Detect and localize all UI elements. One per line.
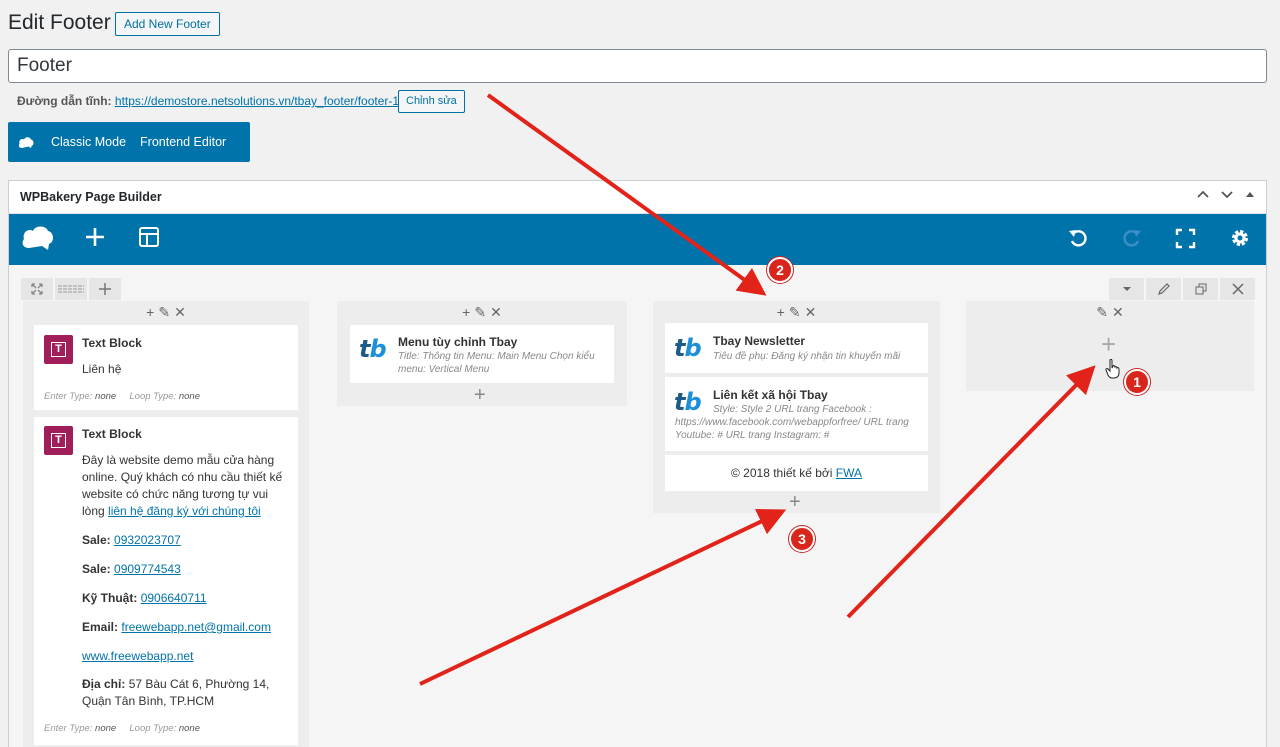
element-meta: Enter Type: none Loop Type: none (44, 723, 200, 734)
hand-cursor-icon (1105, 359, 1120, 379)
sale-line-1: Sale: 0932023707 (82, 533, 181, 547)
website-link[interactable]: www.freewebapp.net (82, 649, 193, 663)
element-name: Text Block (82, 336, 142, 350)
phone-link[interactable]: 0932023707 (114, 533, 181, 547)
tbay-logo-icon: tb (674, 334, 702, 362)
row-controls-left (21, 278, 121, 300)
row-layout-icon[interactable] (55, 278, 87, 300)
row-delete-icon[interactable] (1220, 278, 1255, 300)
row-edit-icon[interactable] (1146, 278, 1181, 300)
element-name: Tbay Newsletter (713, 334, 806, 348)
element-intro: Đây là website demo mẫu cửa hàng online.… (82, 453, 283, 518)
element-desc: Tiêu đề phụ: Đăng ký nhận tin khuyến mãi (713, 351, 901, 362)
title-input[interactable]: Footer (8, 49, 1267, 83)
column-3: + ✎ ✕ tb Tbay Newsletter Tiêu đề phụ: Đăng… (653, 301, 940, 513)
copyright-element[interactable]: © 2018 thiết kế bởi FWA (665, 455, 928, 491)
edit-slug-button[interactable]: Chỉnh sửa (398, 90, 465, 113)
column-controls[interactable]: ✎ ✕ (966, 302, 1254, 322)
element-name: Menu tùy chỉnh Tbay (398, 335, 518, 349)
element-meta: Enter Type: none Loop Type: none (44, 391, 200, 402)
phone-link[interactable]: 0906640711 (141, 591, 207, 605)
copyright-text: © 2018 thiết kế bởi FWA (731, 466, 862, 480)
wpbakery-panel: WPBakery Page Builder + ✎ ✕ T Text Block… (8, 180, 1267, 747)
collapse-icon[interactable] (1244, 187, 1256, 201)
row-controls-right (1109, 278, 1255, 300)
chevron-down-icon[interactable] (1220, 187, 1234, 201)
text-block-icon: T (44, 426, 73, 455)
element-text: Liên hệ (82, 362, 122, 376)
row-toggle-icon[interactable] (1109, 278, 1144, 300)
column-controls[interactable]: + ✎ ✕ (23, 302, 309, 322)
undo-icon[interactable] (1068, 228, 1088, 248)
column-2: + ✎ ✕ tb Menu tùy chỉnh Tbay Title: Thông … (337, 301, 627, 406)
tbay-logo-icon: tb (359, 335, 387, 363)
frontend-editor-button[interactable]: Frontend Editor (133, 122, 233, 162)
contact-link[interactable]: liên hệ đăng ký với chúng tôi (108, 504, 261, 518)
fullscreen-icon[interactable] (1175, 228, 1196, 249)
tbay-newsletter-element[interactable]: tb Tbay Newsletter Tiêu đề phụ: Đăng ký … (665, 323, 928, 373)
panel-header: WPBakery Page Builder (9, 181, 1266, 214)
wpbakery-cloud-icon (8, 136, 44, 149)
row-clone-icon[interactable] (1183, 278, 1218, 300)
layout-icon[interactable] (138, 226, 160, 248)
annotation-badge-2: 2 (767, 257, 793, 283)
add-new-footer-button[interactable]: Add New Footer (115, 12, 220, 36)
column-4: ✎ ✕ + (966, 301, 1254, 391)
permalink-link[interactable]: https://demostore.netsolutions.vn/tbay_f… (115, 94, 403, 108)
classic-mode-button[interactable]: Classic Mode (44, 122, 133, 162)
page-title: Edit Footer (8, 11, 111, 34)
tbay-menu-element[interactable]: tb Menu tùy chỉnh Tbay Title: Thông tin … (350, 325, 614, 383)
panel-controls (1196, 187, 1256, 201)
row-drag-icon[interactable] (21, 278, 53, 300)
element-name: Text Block (82, 427, 142, 441)
element-desc: Title: Thông tin Menu: Main Menu Chọn ki… (398, 351, 595, 375)
text-block-icon: T (44, 335, 73, 364)
permalink: Đường dẫn tĩnh: https://demostore.netsol… (17, 94, 402, 108)
sale-line-2: Sale: 0909774543 (82, 562, 181, 576)
panel-title: WPBakery Page Builder (20, 190, 162, 204)
add-element-icon[interactable]: + (789, 492, 801, 512)
text-block-element[interactable]: T Text Block Liên hệ Enter Type: none Lo… (34, 325, 298, 410)
builder-canvas: + ✎ ✕ T Text Block Liên hệ Enter Type: non… (9, 265, 1266, 747)
phone-link[interactable]: 0909774543 (114, 562, 181, 576)
element-name: Liên kết xã hội Tbay (713, 388, 828, 402)
email-line: Email: freewebapp.net@gmail.com (82, 620, 271, 634)
row-add-column-icon[interactable] (89, 278, 121, 300)
email-link[interactable]: freewebapp.net@gmail.com (121, 620, 271, 634)
element-desc: Style: Style 2 URL trang Facebook : http… (675, 404, 909, 441)
column-controls[interactable]: + ✎ ✕ (653, 302, 940, 322)
chevron-up-icon[interactable] (1196, 187, 1210, 201)
gear-icon[interactable] (1229, 227, 1251, 249)
copyright-link[interactable]: FWA (836, 466, 862, 480)
annotation-badge-3: 3 (789, 526, 815, 552)
column-1: + ✎ ✕ T Text Block Liên hệ Enter Type: non… (23, 301, 309, 747)
tbay-social-element[interactable]: tb Liên kết xã hội Tbay Style: Style 2 U… (665, 377, 928, 451)
website-line: www.freewebapp.net (82, 648, 193, 665)
permalink-label: Đường dẫn tĩnh: (17, 94, 112, 108)
editor-mode-bar: Classic Mode Frontend Editor (8, 122, 250, 162)
annotation-badge-1: 1 (1124, 369, 1150, 395)
add-element-icon[interactable]: + (1101, 331, 1116, 357)
address-line: Địa chỉ: 57 Bàu Cát 6, Phường 14, Quận T… (82, 677, 270, 708)
tech-line: Kỹ Thuật: 0906640711 (82, 591, 207, 605)
plus-icon[interactable] (84, 226, 106, 248)
wpbakery-cloud-icon[interactable] (21, 224, 55, 252)
text-block-element[interactable]: T Text Block Đây là website demo mẫu cửa… (34, 417, 298, 745)
redo-icon[interactable] (1122, 228, 1142, 248)
builder-toolbar (9, 214, 1266, 265)
column-controls[interactable]: + ✎ ✕ (337, 302, 627, 322)
add-element-icon[interactable]: + (474, 385, 486, 405)
